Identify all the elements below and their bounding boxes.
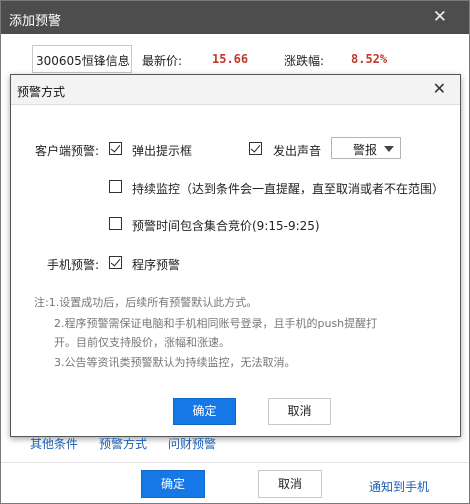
continuous-label: 持续监控（达到条件会一直提醒，直至取消或者不在范围） <box>132 182 445 196</box>
chevron-down-icon <box>384 146 394 152</box>
popup-checkbox[interactable] <box>109 142 122 155</box>
confirm-button[interactable]: 确定 <box>141 470 205 498</box>
sound-select-value: 警报 <box>353 143 378 157</box>
program-alert-checkbox[interactable] <box>109 256 122 269</box>
notify-phone-link[interactable]: 通知到手机 <box>369 478 429 495</box>
link-other-conditions[interactable]: 其他条件 <box>30 435 78 452</box>
latest-price-label: 最新价: <box>142 54 183 68</box>
dialog-title: 预警方式 <box>17 85 66 99</box>
dialog-confirm-button[interactable]: 确定 <box>173 398 236 425</box>
sound-checkbox[interactable] <box>249 142 262 155</box>
window-title: 添加预警 <box>9 14 62 29</box>
continuous-checkbox[interactable] <box>109 180 122 193</box>
dialog-close-icon[interactable]: ✕ <box>433 79 446 98</box>
dialog-cancel-button[interactable]: 取消 <box>268 398 331 425</box>
program-alert-label: 程序预警 <box>132 258 181 272</box>
auction-checkbox[interactable] <box>109 217 122 230</box>
dialog-titlebar: 预警方式 ✕ <box>11 75 460 105</box>
change-value: 8.52% <box>351 52 388 66</box>
client-alert-label: 客户端预警: <box>35 144 100 158</box>
phone-alert-label: 手机预警: <box>47 258 100 272</box>
note-line-2: 2.程序预警需保证电脑和手机相同账号登录，且手机的push提醒打 <box>54 317 378 330</box>
change-label: 涨跌幅: <box>284 54 325 68</box>
divider <box>1 462 469 463</box>
popup-label: 弹出提示框 <box>132 144 193 158</box>
link-wencai-alert[interactable]: 问财预警 <box>168 435 216 452</box>
sound-select[interactable]: 警报 <box>331 137 401 159</box>
add-alert-window: 添加预警 ✕ 300605恒锋信息 最新价: 15.66 涨跌幅: 8.52% … <box>0 0 470 504</box>
auction-label: 预警时间包含集合竞价(9:15-9:25) <box>132 219 320 233</box>
latest-price-value: 15.66 <box>212 52 249 66</box>
link-alert-method[interactable]: 预警方式 <box>99 435 147 452</box>
note-line-4: 3.公告等资讯类预警默认为持续监控，无法取消。 <box>54 356 296 369</box>
cancel-button[interactable]: 取消 <box>258 470 322 498</box>
alert-method-dialog: 预警方式 ✕ 客户端预警: 弹出提示框 发出声音 警报 持续监控（达到条件会一直… <box>10 74 461 437</box>
close-icon[interactable]: ✕ <box>433 7 447 27</box>
note-line-3: 开。目前仅支持股价，涨幅和涨速。 <box>54 336 230 349</box>
stock-field[interactable]: 300605恒锋信息 <box>32 45 132 73</box>
window-titlebar: 添加预警 ✕ <box>1 1 469 34</box>
sound-label: 发出声音 <box>273 144 322 158</box>
note-line-1: 注:1.设置成功后，后续所有预警默认此方式。 <box>34 296 258 309</box>
